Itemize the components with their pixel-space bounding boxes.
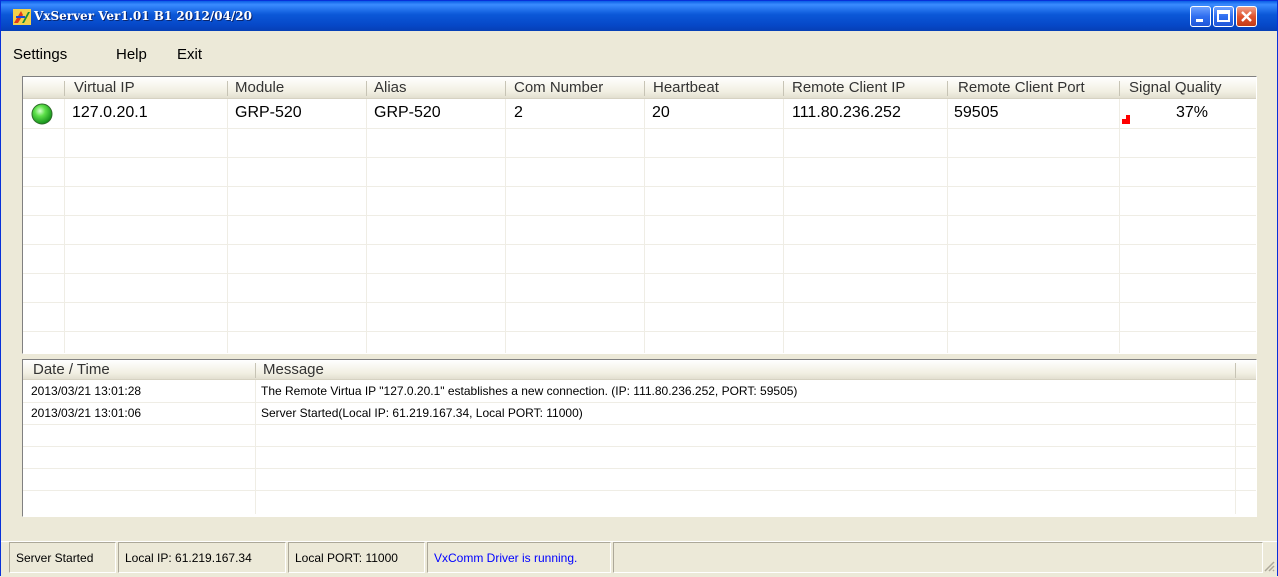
menu-settings[interactable]: Settings [13, 46, 67, 63]
log-list[interactable]: Date / Time Message 2013/03/21 13:01:28 … [22, 359, 1257, 517]
status-server: Server Started [9, 542, 116, 573]
connection-list-header: Virtual IP Module Alias Com Number Heart… [23, 77, 1256, 99]
status-local-port: Local PORT: 11000 [288, 542, 425, 573]
cell-remote-client-ip: 111.80.236.252 [792, 104, 901, 121]
minimize-button[interactable] [1190, 6, 1211, 27]
cell-signal-quality: 37% [1176, 104, 1209, 121]
col-heartbeat[interactable]: Heartbeat [653, 77, 719, 99]
col-com-number[interactable]: Com Number [514, 77, 603, 99]
app-icon [13, 9, 31, 25]
cell-virtual-ip: 127.0.20.1 [72, 104, 148, 121]
connection-list[interactable]: Virtual IP Module Alias Com Number Heart… [22, 76, 1257, 354]
status-bar: Server Started Local IP: 61.219.167.34 L… [1, 541, 1277, 577]
cell-heartbeat: 20 [652, 104, 670, 121]
title-bar[interactable]: VxServer Ver1.01 B1 2012/04/20 [1, 1, 1277, 31]
col-message[interactable]: Message [263, 360, 324, 380]
log-datetime: 2013/03/21 13:01:06 [31, 406, 142, 420]
cell-module: GRP-520 [235, 104, 302, 121]
status-empty [613, 542, 1263, 573]
log-row[interactable]: 2013/03/21 13:01:06 Server Started(Local… [23, 403, 1256, 424]
cell-com-number: 2 [514, 104, 523, 121]
col-signal-quality[interactable]: Signal Quality [1129, 77, 1222, 99]
log-list-header: Date / Time Message [23, 360, 1256, 380]
cell-remote-client-port: 59505 [954, 104, 999, 121]
col-date-time[interactable]: Date / Time [33, 360, 110, 380]
col-alias[interactable]: Alias [374, 77, 407, 99]
app-window: VxServer Ver1.01 B1 2012/04/20 Settings … [0, 0, 1278, 577]
resize-grip-icon[interactable] [1263, 560, 1275, 572]
status-driver: VxComm Driver is running. [427, 542, 611, 573]
status-local-ip: Local IP: 61.219.167.34 [118, 542, 286, 573]
log-row[interactable]: 2013/03/21 13:01:28 The Remote Virtua IP… [23, 381, 1256, 402]
cell-alias: GRP-520 [374, 104, 441, 121]
status-led-icon [31, 103, 53, 125]
col-virtual-ip[interactable]: Virtual IP [74, 77, 135, 99]
col-remote-client-ip[interactable]: Remote Client IP [792, 77, 905, 99]
table-row[interactable]: 127.0.20.1 GRP-520 GRP-520 2 20 111.80.2… [23, 99, 1256, 128]
close-icon [1241, 11, 1252, 22]
maximize-button[interactable] [1213, 6, 1234, 27]
window-title: VxServer Ver1.01 B1 2012/04/20 [34, 9, 252, 23]
close-button[interactable] [1236, 6, 1257, 27]
log-datetime: 2013/03/21 13:01:28 [31, 384, 142, 398]
log-message: Server Started(Local IP: 61.219.167.34, … [261, 406, 583, 420]
col-module[interactable]: Module [235, 77, 284, 99]
maximize-icon [1217, 10, 1230, 22]
menu-help[interactable]: Help [116, 46, 147, 63]
minimize-icon [1196, 19, 1203, 22]
log-message: The Remote Virtua IP "127.0.20.1" establ… [261, 384, 798, 398]
menu-bar: Settings Help Exit [1, 32, 1277, 63]
menu-exit[interactable]: Exit [177, 46, 202, 63]
col-remote-client-port[interactable]: Remote Client Port [958, 77, 1085, 99]
signal-bars-icon [1122, 115, 1130, 124]
